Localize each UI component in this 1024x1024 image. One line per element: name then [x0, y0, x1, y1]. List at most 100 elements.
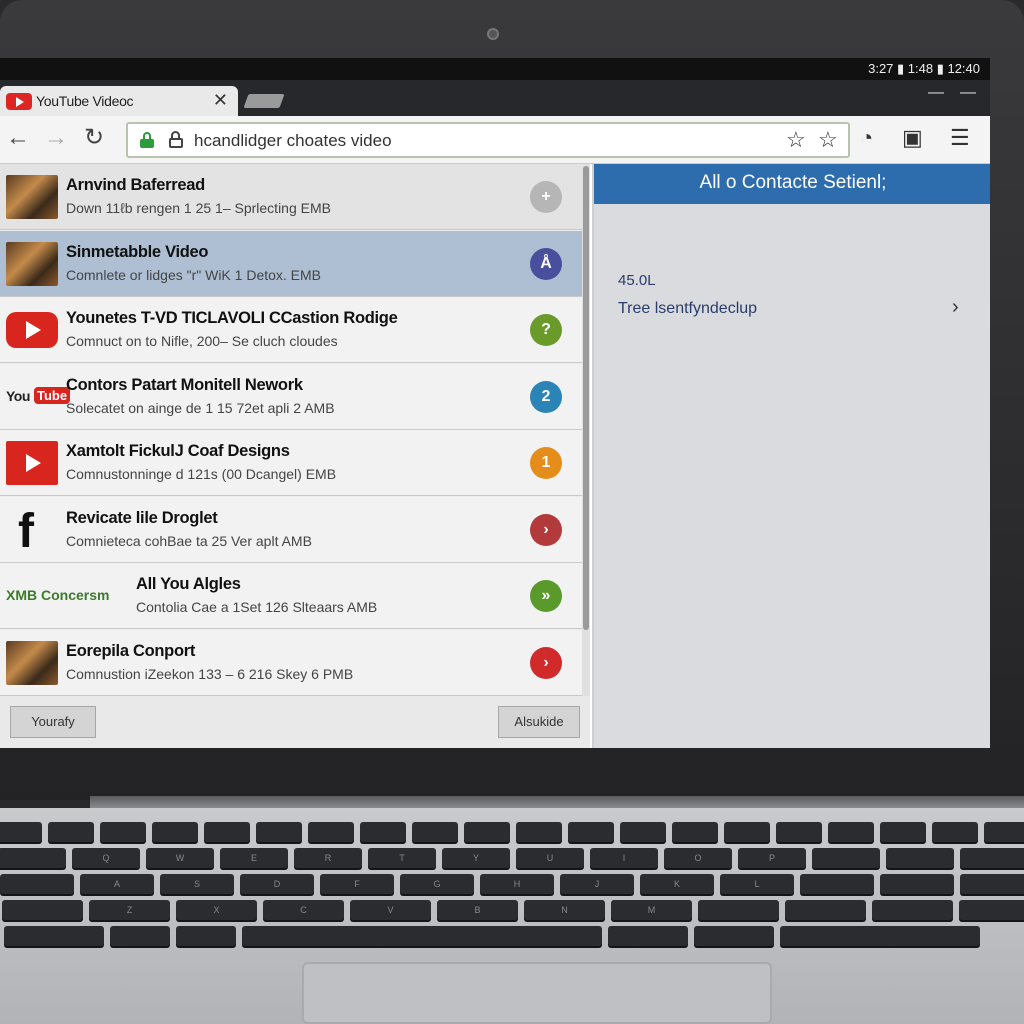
- keyboard-key: [886, 848, 954, 868]
- youtube-icon: [6, 92, 32, 110]
- list-item[interactable]: Eorepila Conport Comnustion iZeekon 133 –…: [0, 629, 582, 696]
- keyboard-key: [0, 874, 74, 894]
- keyboard-key: [812, 848, 880, 868]
- bookmark-star-icon-2[interactable]: ☆: [818, 127, 838, 153]
- list-item-subtitle: Comnieteca cohBae ta 25 Ver aplt AMB: [66, 532, 312, 549]
- thumbnail-photo: [6, 241, 58, 286]
- keyboard-key: [4, 926, 104, 946]
- chevron-right-icon[interactable]: ›: [952, 296, 959, 319]
- reload-icon[interactable]: ↻: [84, 126, 104, 150]
- keyboard-key: I: [590, 848, 658, 868]
- list-item-title: Younetes T-VD TICLAVOLI CCastion Rodige: [66, 309, 398, 327]
- status-bar: 3:27 ▮ 1:48 ▮ 12:40: [0, 58, 990, 80]
- list-item-title: Revicate lile Droglet: [66, 508, 218, 527]
- keyboard-key: O: [664, 848, 732, 868]
- list-item-action-button[interactable]: Å: [530, 247, 562, 280]
- keyboard-key: N: [524, 900, 605, 920]
- list-item-title: All You Algles: [136, 575, 241, 593]
- toolbar: ← → ↻ hcandlidger choates video ☆ ☆ ◔ ▣ …: [0, 116, 990, 164]
- keyboard-key: Z: [89, 900, 170, 920]
- keyboard-row: ZXCVBNM: [2, 900, 1024, 922]
- list-item-subtitle: Comnustion iZeekon 133 – 6 216 Skey 6 PM…: [66, 665, 354, 682]
- keyboard-key: [516, 822, 562, 842]
- secure-lock-icon: [140, 132, 154, 148]
- keyboard-key: [960, 848, 1024, 868]
- keyboard-key: [308, 822, 354, 842]
- list-item-subtitle: Comnlete or lidges "r" WiK 1 Detox. EMB: [66, 266, 322, 283]
- keyboard-key: E: [220, 848, 288, 868]
- details-header: All o Contacte Setienl;: [594, 164, 990, 204]
- keyboard-key: [780, 926, 980, 946]
- keyboard-row: [4, 926, 980, 948]
- keyboard-key: [872, 900, 953, 920]
- keyboard-key: [176, 926, 236, 946]
- keyboard-key: [785, 900, 866, 920]
- laptop-lid: 3:27 ▮ 1:48 ▮ 12:40 YouTube Videoc ✕ — —…: [0, 0, 1024, 800]
- list-item[interactable]: Younetes T-VD TICLAVOLI CCastion Rodige C…: [0, 297, 582, 363]
- list-item-subtitle: Comnustonninge d 121s (00 Dcangel) EMB: [66, 466, 337, 482]
- keyboard-row: ASDFGHJKL: [0, 874, 1024, 896]
- keyboard-key: G: [400, 874, 474, 894]
- list-item-action-button[interactable]: ›: [530, 646, 562, 679]
- bookmark-star-icon[interactable]: ☆: [786, 127, 806, 153]
- keyboard-key: [932, 822, 978, 842]
- keyboard-key: [608, 926, 688, 946]
- address-bar[interactable]: hcandlidger choates video ☆ ☆: [126, 122, 850, 158]
- right-button[interactable]: Alsukide: [498, 706, 580, 738]
- keyboard-key: [880, 822, 926, 842]
- list-item[interactable]: Arnvind Baferread Down 11ℓb rengen 1 25 1…: [0, 164, 582, 230]
- scrollbar[interactable]: [582, 164, 590, 696]
- new-tab-button[interactable]: [243, 94, 285, 108]
- list-item-action-button[interactable]: 2: [530, 380, 562, 413]
- list-item[interactable]: XMB Concersm All You Algles Contolia Cae a…: [0, 563, 582, 629]
- back-icon[interactable]: ←: [6, 126, 30, 150]
- history-icon[interactable]: ◔: [860, 126, 873, 150]
- left-button[interactable]: Yourafy: [10, 706, 96, 738]
- keyboard-key: [620, 822, 666, 842]
- keyboard-key: [698, 900, 779, 920]
- keyboard-key: [464, 822, 510, 842]
- list-item-title: Contors Patart Monitell Nework: [66, 375, 303, 394]
- close-icon[interactable]: ✕: [213, 90, 228, 111]
- list-item-title: Arnvind Baferread: [66, 176, 205, 194]
- scrollbar-thumb[interactable]: [583, 166, 589, 630]
- keyboard-key: [242, 926, 602, 946]
- site-info-icon[interactable]: [168, 131, 184, 149]
- keyboard-row: QWERTYUIOP: [0, 848, 1024, 870]
- thumbnail-label: XMB Concersm: [6, 587, 110, 603]
- window-control-icon[interactable]: —: [960, 84, 976, 102]
- keyboard-key: [2, 900, 83, 920]
- keyboard-key: S: [160, 874, 234, 894]
- details-item[interactable]: Tree lsentfyndeclup: [618, 300, 757, 318]
- thumbnail-photo: [6, 640, 58, 685]
- tab-title: YouTube Videoc: [36, 93, 134, 109]
- keyboard-row: [0, 822, 1024, 844]
- thumbnail-youtube-play: [6, 312, 58, 348]
- menu-icon[interactable]: ☰: [950, 126, 970, 150]
- list-item-action-button[interactable]: ?: [530, 314, 562, 346]
- list-item[interactable]: f Revicate lile Droglet Comnieteca cohBae …: [0, 496, 582, 563]
- webcam-icon: [487, 28, 499, 40]
- list-item-title: Sinmetabble Video: [66, 242, 209, 261]
- keyboard-key: [360, 822, 406, 842]
- tab-youtube[interactable]: YouTube Videoc ✕: [0, 86, 238, 116]
- keyboard-key: W: [146, 848, 214, 868]
- keyboard-key: [828, 822, 874, 842]
- keyboard-key: [568, 822, 614, 842]
- list-item[interactable]: Sinmetabble Video Comnlete or lidges "r" …: [0, 230, 582, 297]
- save-icon[interactable]: ▣: [902, 126, 923, 150]
- list-item-subtitle: Solecatet on ainge de 1 15 72et apli 2 A…: [66, 399, 335, 416]
- list-item-action-button[interactable]: +: [530, 181, 562, 213]
- keyboard-key: A: [80, 874, 154, 894]
- forward-icon[interactable]: →: [44, 126, 68, 150]
- list-item[interactable]: You Tube Contors Patart Monitell Nework Sol…: [0, 363, 582, 430]
- list-item-title: Xamtolt FickulJ Coaf Designs: [66, 442, 290, 460]
- list-item-action-button[interactable]: ›: [530, 513, 562, 546]
- list-item[interactable]: Xamtolt FickulJ Coaf Designs Comnustonnin…: [0, 430, 582, 496]
- list-item-action-button[interactable]: »: [530, 580, 562, 612]
- list-item-action-button[interactable]: 1: [530, 447, 562, 479]
- url-text[interactable]: hcandlidger choates video: [194, 131, 392, 151]
- keyboard-key: [152, 822, 198, 842]
- keyboard-key: P: [738, 848, 806, 868]
- minimize-icon[interactable]: —: [928, 84, 944, 102]
